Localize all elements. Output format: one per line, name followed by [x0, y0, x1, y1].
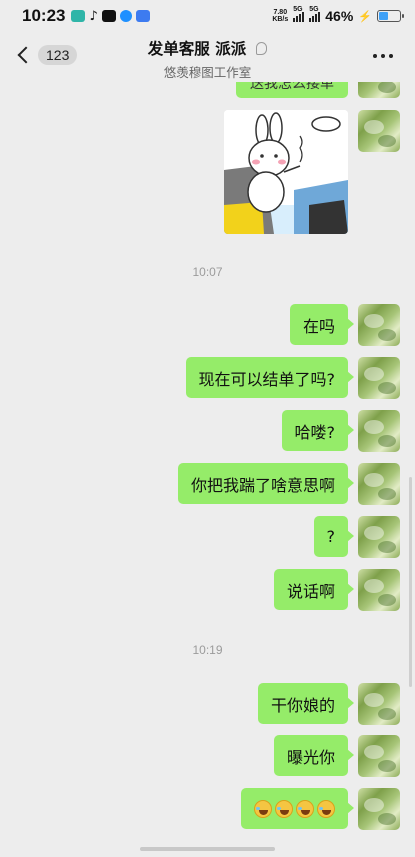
signal-icon: 5G: [293, 6, 305, 22]
ear-icon: [256, 41, 268, 55]
message-bubble[interactable]: [241, 788, 354, 829]
message-bubble[interactable]: 哈喽?: [281, 410, 354, 451]
avatar[interactable]: [358, 683, 400, 725]
message-row: 在吗: [289, 304, 400, 346]
message-text: 哈喽?: [294, 422, 336, 442]
message-row: [241, 788, 400, 830]
signal-icon: 5G: [309, 6, 321, 22]
message-row: 你把我踹了啥意思啊: [177, 463, 400, 505]
tiktok-icon: ♪: [89, 8, 98, 24]
emoji-group: [254, 799, 335, 818]
message-text: 现在可以结单了吗?: [198, 369, 336, 389]
message-bubble[interactable]: 送我怎么接单: [236, 82, 348, 98]
message-row: 送我怎么接单: [236, 82, 400, 98]
avatar[interactable]: [358, 110, 400, 152]
message-row: 干你娘的: [257, 683, 400, 725]
net-speed-unit: KB/s: [272, 16, 289, 23]
signal-label: 5G: [293, 6, 303, 13]
message-bubble[interactable]: ?: [313, 516, 354, 557]
message-text: 说话啊: [286, 581, 335, 601]
message-bubble[interactable]: 说话啊: [273, 569, 355, 610]
message-bubble[interactable]: 在吗: [289, 304, 355, 345]
chat-title: 发单客服 派派: [147, 40, 247, 58]
sweat-smile-emoji: [275, 799, 293, 818]
notification-icons: ♪: [71, 8, 150, 24]
bunny-sticker[interactable]: [224, 110, 348, 234]
app-icon: [71, 10, 86, 22]
message-text: 你把我踹了啥意思啊: [190, 475, 335, 495]
chat-subtitle: 悠羡穆图工作室: [163, 65, 252, 80]
tv-icon: [101, 10, 116, 22]
battery-icon: [377, 10, 404, 22]
message-bubble[interactable]: 曝光你: [273, 735, 355, 776]
avatar[interactable]: [358, 357, 400, 399]
net-speed-value: 7.80: [273, 9, 288, 16]
battery-level: [379, 12, 389, 20]
message-bubble[interactable]: 你把我踹了啥意思啊: [177, 463, 355, 504]
avatar[interactable]: [358, 82, 400, 98]
message-row: ?: [313, 516, 400, 558]
cloud-icon: [119, 10, 132, 22]
message-row: 现在可以结单了吗?: [185, 357, 400, 399]
message-list[interactable]: 送我怎么接单 10:07 在吗 现在可以结单了吗? 哈喽? 你把我踹了啥意思啊 …: [0, 82, 415, 857]
more-dot: [373, 54, 377, 58]
message-timestamp: 10:07: [192, 265, 223, 279]
battery-percent: 46%: [325, 8, 354, 24]
message-text: 曝光你: [286, 747, 335, 767]
more-dot: [389, 54, 393, 58]
sweat-smile-emoji: [317, 799, 335, 818]
avatar[interactable]: [358, 788, 400, 830]
avatar[interactable]: [358, 569, 400, 611]
chat-title-block[interactable]: 发单客服 派派 悠羡穆图工作室: [0, 37, 415, 81]
chat-header: 123 发单客服 派派 悠羡穆图工作室: [0, 32, 415, 82]
message-text: 在吗: [302, 316, 335, 336]
message-row: 哈喽?: [281, 410, 400, 452]
status-indicators: 7.80 KB/s 5G 5G 46% ⚡: [272, 6, 404, 24]
avatar[interactable]: [358, 463, 400, 505]
message-text: 送我怎么接单: [250, 82, 334, 92]
message-bubble[interactable]: 干你娘的: [257, 683, 355, 724]
shield-icon: [135, 10, 150, 22]
sweat-smile-emoji: [254, 799, 272, 818]
avatar[interactable]: [358, 304, 400, 346]
more-dot: [381, 54, 385, 58]
charging-icon: ⚡: [358, 10, 372, 23]
message-text: ?: [326, 527, 336, 546]
avatar[interactable]: [358, 410, 400, 452]
avatar[interactable]: [358, 735, 400, 777]
more-button[interactable]: [373, 54, 393, 58]
message-bubble[interactable]: 现在可以结单了吗?: [185, 357, 354, 398]
network-speed: 7.80 KB/s: [272, 9, 288, 23]
message-row: 说话啊: [273, 569, 400, 611]
avatar[interactable]: [358, 516, 400, 558]
sweat-smile-emoji: [296, 799, 314, 818]
message-timestamp: 10:19: [192, 643, 223, 657]
status-time: 10:23: [22, 6, 66, 25]
status-bar: 10:23 ♪ 7.80 KB/s 5G 5G 46% ⚡: [0, 0, 415, 32]
message-row: 曝光你: [273, 735, 400, 777]
home-indicator[interactable]: [140, 847, 275, 851]
scrollbar[interactable]: [409, 477, 412, 687]
message-text: 干你娘的: [270, 695, 335, 715]
signal-label: 5G: [309, 6, 319, 13]
message-row: [224, 110, 400, 234]
